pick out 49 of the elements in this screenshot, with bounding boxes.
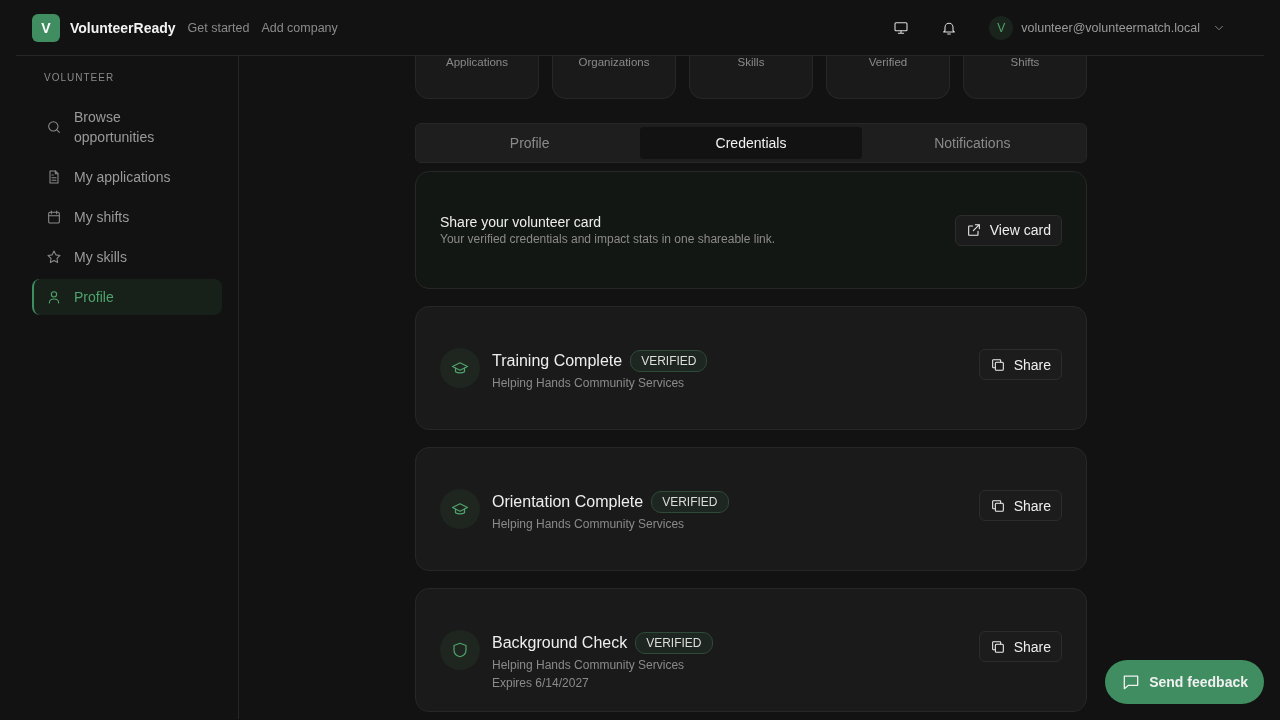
credential-title: Background Check xyxy=(492,634,628,652)
sidebar-item[interactable]: My applications xyxy=(32,159,222,195)
calendar-icon xyxy=(46,209,62,225)
user-avatar[interactable]: V xyxy=(989,15,1014,40)
stat-label: Skills xyxy=(737,56,765,68)
organization-name: Helping Hands Community Services xyxy=(492,376,686,390)
organization-name: Helping Hands Community Services xyxy=(492,658,686,672)
tab[interactable]: Profile xyxy=(419,127,641,159)
view-card-button[interactable]: View card xyxy=(954,214,1062,246)
card-title: Share your volunteer card xyxy=(440,214,603,230)
stat-label: Organizations xyxy=(578,56,650,68)
nav-link[interactable]: Add company xyxy=(261,20,338,35)
share-button[interactable]: Share xyxy=(978,490,1062,521)
credential-title: Training Complete xyxy=(492,352,623,370)
stat-label: Shifts xyxy=(1010,56,1040,68)
send-feedback-button[interactable]: Send feedback xyxy=(1105,660,1264,704)
verified-badge: VERIFIED xyxy=(651,491,729,513)
logo[interactable]: V xyxy=(32,13,60,42)
sidebar-item[interactable]: My shifts xyxy=(32,199,222,235)
nav-link[interactable]: Get started xyxy=(187,20,250,35)
card-description: Your verified credentials and impact stats in one shareable link. xyxy=(440,232,776,246)
verified-badge: VERIFIED xyxy=(635,632,713,654)
monitor-button[interactable] xyxy=(893,19,910,36)
organization-name: Helping Hands Community Services xyxy=(492,517,686,531)
copy-icon xyxy=(989,638,1006,655)
monitor-icon xyxy=(893,19,910,36)
person-icon xyxy=(46,289,62,305)
copy-icon xyxy=(989,356,1006,373)
brand-name: VolunteerReady xyxy=(70,19,176,36)
expiry-date: Expires 6/14/2027 xyxy=(492,676,590,690)
document-icon xyxy=(46,169,62,185)
stat-label: Verified xyxy=(868,56,908,68)
share-button[interactable]: Share xyxy=(978,631,1062,662)
search-icon xyxy=(46,119,62,135)
sidebar-item[interactable]: Browse opportunities xyxy=(32,99,222,155)
share-button[interactable]: Share xyxy=(978,349,1062,380)
credential-title: Orientation Complete xyxy=(492,493,644,511)
stat-label: Applications xyxy=(446,56,508,68)
external-link-icon xyxy=(965,222,982,238)
verified-badge: VERIFIED xyxy=(630,350,708,372)
sidebar-item[interactable]: Profile xyxy=(32,279,222,315)
tab[interactable]: Notifications xyxy=(861,127,1083,159)
copy-icon xyxy=(989,497,1006,514)
tab[interactable]: Credentials xyxy=(640,127,862,159)
section-label: VOLUNTEER xyxy=(44,72,116,83)
shield-icon xyxy=(451,641,469,659)
user-email: volunteer@volunteermatch.local xyxy=(1021,20,1200,35)
star-icon xyxy=(46,249,62,265)
sidebar-item[interactable]: My skills xyxy=(32,239,222,275)
